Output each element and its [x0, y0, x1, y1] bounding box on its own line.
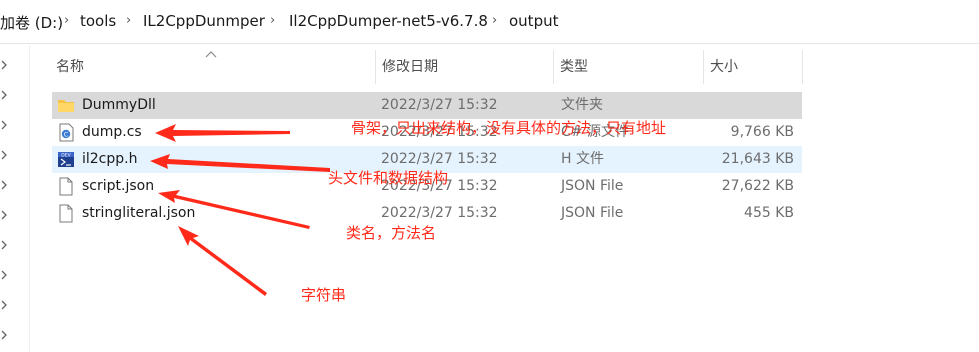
file-modified: 2022/3/27 15:32	[381, 97, 498, 113]
breadcrumb-separator-icon[interactable]: ›	[270, 13, 275, 28]
annotation-arrow-strings	[178, 226, 267, 296]
file-size: 9,766 KB	[730, 124, 794, 140]
generic-file-icon	[59, 177, 73, 196]
file-type: 文件夹	[561, 97, 603, 113]
file-row-dummydll[interactable]: DummyDll 2022/3/27 15:32 文件夹	[52, 92, 802, 119]
column-divider[interactable]	[802, 50, 803, 84]
annotation-text-header: 头文件和数据结构	[328, 169, 449, 187]
expand-chevron-icon[interactable]	[0, 59, 10, 71]
folder-icon	[58, 100, 74, 112]
expand-chevron-icon[interactable]	[0, 89, 10, 101]
expand-chevron-icon[interactable]	[0, 119, 10, 131]
breadcrumb-item-il2cppdumper-net5[interactable]: Il2CppDumper-net5-v6.7.8	[289, 12, 488, 30]
file-type: JSON File	[561, 178, 624, 194]
csharp-file-icon: C	[59, 123, 74, 142]
expand-chevron-icon[interactable]	[0, 329, 10, 341]
svg-text:C: C	[64, 131, 69, 139]
column-header-name[interactable]: 名称	[50, 50, 375, 84]
breadcrumb-item-drive[interactable]: 加卷 (D:)	[0, 12, 63, 33]
dev-header-file-icon: DEV	[58, 152, 74, 167]
file-size: 455 KB	[744, 205, 794, 221]
annotation-text-strings: 字符串	[301, 286, 347, 304]
annotation-text-script: 类名，方法名	[346, 224, 437, 242]
column-header-size[interactable]: 大小	[704, 50, 802, 84]
breadcrumb-item-output[interactable]: output	[509, 12, 558, 30]
expand-chevron-icon[interactable]	[0, 269, 10, 281]
annotation-text-dump: 骨架，只出来结构，没有具体的方法，只有地址	[351, 119, 667, 137]
expand-chevron-icon[interactable]	[0, 239, 10, 251]
expand-chevron-icon[interactable]	[0, 179, 10, 191]
file-name[interactable]: script.json	[82, 173, 154, 200]
breadcrumb-separator-icon[interactable]: ›	[126, 13, 131, 28]
column-header-type[interactable]: 类型	[554, 50, 702, 84]
svg-text:DEV: DEV	[61, 152, 71, 158]
file-size: 27,622 KB	[721, 178, 794, 194]
address-bar[interactable]: 加卷 (D:) › tools › IL2CppDunmper › Il2Cpp…	[0, 0, 979, 44]
generic-file-icon	[59, 204, 73, 223]
file-name[interactable]: DummyDll	[82, 92, 156, 119]
expand-chevron-icon[interactable]	[0, 209, 10, 221]
expand-chevron-icon[interactable]	[0, 149, 10, 161]
navigation-pane[interactable]	[0, 45, 30, 352]
breadcrumb-separator-icon[interactable]: ›	[64, 13, 69, 28]
breadcrumb-separator-icon[interactable]: ›	[492, 13, 497, 28]
breadcrumb-item-tools[interactable]: tools	[80, 12, 116, 30]
file-name[interactable]: il2cpp.h	[82, 146, 137, 173]
file-name[interactable]: dump.cs	[82, 119, 142, 146]
file-type: JSON File	[561, 205, 624, 221]
file-size: 21,643 KB	[721, 151, 794, 167]
breadcrumb-item-il2cppdunmper[interactable]: IL2CppDunmper	[143, 12, 265, 30]
file-name[interactable]: stringliteral.json	[82, 200, 195, 227]
file-type: H 文件	[561, 151, 604, 167]
expand-chevron-icon[interactable]	[0, 299, 10, 311]
column-header-modified[interactable]: 修改日期	[376, 50, 552, 84]
